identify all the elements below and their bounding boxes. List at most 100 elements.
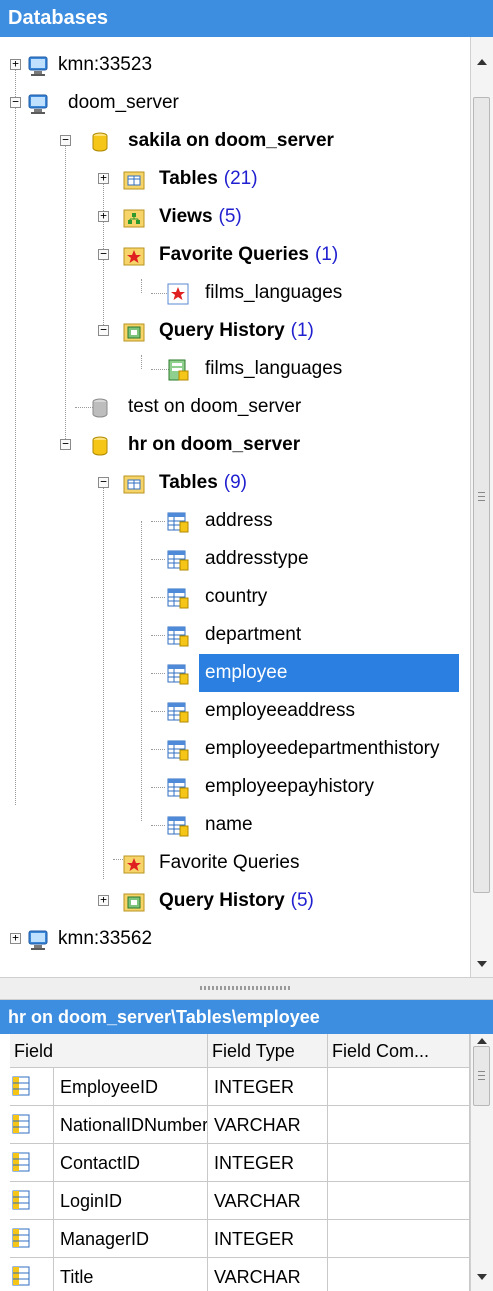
tree-node-favorite-queries-hr[interactable]: Favorite Queries bbox=[10, 844, 483, 882]
tables-folder-icon bbox=[123, 171, 145, 190]
tree-node-database-hr[interactable]: − hr on doom_server bbox=[10, 426, 483, 464]
tree-node-server-kmn-33562[interactable]: + kmn:33562 bbox=[10, 920, 483, 958]
tree-node-table-addresstype[interactable]: addresstype bbox=[10, 540, 483, 578]
field-icon bbox=[12, 1228, 30, 1248]
collapse-minus-icon[interactable]: − bbox=[98, 248, 109, 260]
favorite-query-icon bbox=[167, 283, 189, 305]
query-history-folder-icon bbox=[123, 323, 145, 342]
tree-node-table-name[interactable]: name bbox=[10, 806, 483, 844]
column-header-field-type[interactable]: Field Type bbox=[208, 1034, 328, 1068]
column-header-field[interactable]: Field bbox=[10, 1034, 208, 1068]
field-name-cell[interactable]: ContactID bbox=[54, 1144, 208, 1182]
table-row[interactable]: Title VARCHAR bbox=[10, 1258, 470, 1291]
item-count: (1) bbox=[290, 320, 314, 341]
table-row[interactable]: ManagerID INTEGER bbox=[10, 1220, 470, 1258]
field-name-cell[interactable]: Title bbox=[54, 1258, 208, 1291]
tree-node-server-doom-server[interactable]: − doom_server bbox=[10, 84, 483, 122]
table-row[interactable]: LoginID VARCHAR bbox=[10, 1182, 470, 1220]
field-comment-cell[interactable] bbox=[328, 1144, 470, 1182]
scroll-down-arrow-icon[interactable] bbox=[477, 961, 487, 967]
row-indicator bbox=[10, 1182, 54, 1220]
tree-node-table-employeeaddress[interactable]: employeeaddress bbox=[10, 692, 483, 730]
field-type-cell[interactable]: INTEGER bbox=[208, 1220, 328, 1258]
tree-node-table-employeepayhistory[interactable]: employeepayhistory bbox=[10, 768, 483, 806]
tree-node-label: department bbox=[205, 624, 302, 645]
grip-line bbox=[478, 1079, 485, 1080]
tree-node-table-employeedepartmenthistory[interactable]: employeedepartmenthistory bbox=[10, 730, 483, 768]
tree-vertical-scrollbar[interactable] bbox=[470, 37, 493, 977]
table-icon bbox=[167, 778, 189, 799]
collapse-minus-icon[interactable]: − bbox=[98, 476, 109, 488]
tree-node-label: name bbox=[205, 814, 253, 835]
field-icon bbox=[12, 1266, 30, 1286]
collapse-minus-icon[interactable]: − bbox=[60, 134, 71, 146]
field-type-cell[interactable]: VARCHAR bbox=[208, 1258, 328, 1291]
expand-plus-icon[interactable]: + bbox=[10, 932, 21, 944]
tree-node-label: test on doom_server bbox=[128, 396, 302, 417]
tree-line bbox=[151, 825, 165, 826]
field-comment-cell[interactable] bbox=[328, 1182, 470, 1220]
scroll-down-arrow-icon[interactable] bbox=[477, 1274, 487, 1280]
table-icon bbox=[167, 550, 189, 571]
tree-node-favorite-query-films-languages[interactable]: films_languages bbox=[10, 274, 483, 312]
field-comment-cell[interactable] bbox=[328, 1220, 470, 1258]
expand-plus-icon[interactable]: + bbox=[10, 58, 21, 70]
tree-node-label: employeepayhistory bbox=[205, 776, 374, 797]
item-count: (5) bbox=[290, 890, 314, 911]
tree-node-label: kmn:33523 bbox=[58, 54, 153, 75]
collapse-minus-icon[interactable]: − bbox=[98, 324, 109, 336]
tree-node-label: doom_server bbox=[68, 92, 179, 113]
field-name-cell[interactable]: ManagerID bbox=[54, 1220, 208, 1258]
query-history-folder-icon bbox=[123, 893, 145, 912]
tree-node-server-kmn-33523[interactable]: + kmn:33523 bbox=[10, 46, 483, 84]
field-type-cell[interactable]: VARCHAR bbox=[208, 1182, 328, 1220]
column-header-field-comment[interactable]: Field Com... bbox=[328, 1034, 470, 1068]
tree-node-database-test[interactable]: test on doom_server bbox=[10, 388, 483, 426]
tree-node-query-history-sakila[interactable]: − Query History (1) bbox=[10, 312, 483, 350]
field-name-cell[interactable]: NationalIDNumber bbox=[54, 1106, 208, 1144]
history-query-icon bbox=[168, 359, 189, 381]
item-count: (1) bbox=[314, 244, 339, 265]
field-type-cell[interactable]: INTEGER bbox=[208, 1144, 328, 1182]
fields-grid[interactable]: Field Field Type Field Com... EmployeeID… bbox=[10, 1034, 470, 1291]
table-row[interactable]: ContactID INTEGER bbox=[10, 1144, 470, 1182]
database-explorer-tree[interactable]: + kmn:33523 − doom_server − sakila on do… bbox=[10, 37, 484, 977]
tree-node-database-sakila[interactable]: − sakila on doom_server bbox=[10, 122, 483, 160]
tree-node-table-address[interactable]: address bbox=[10, 502, 483, 540]
field-comment-cell[interactable] bbox=[328, 1258, 470, 1291]
tree-node-views-sakila[interactable]: + Views (5) bbox=[10, 198, 483, 236]
scrollbar-thumb[interactable] bbox=[473, 1046, 490, 1106]
table-row[interactable]: NationalIDNumber VARCHAR bbox=[10, 1106, 470, 1144]
tree-node-table-employee-selected[interactable]: employee bbox=[10, 654, 483, 692]
scroll-up-arrow-icon[interactable] bbox=[477, 1038, 487, 1044]
expand-plus-icon[interactable]: + bbox=[98, 894, 109, 906]
expand-plus-icon[interactable]: + bbox=[98, 210, 109, 222]
tree-node-tables-sakila[interactable]: + Tables (21) bbox=[10, 160, 483, 198]
tree-node-query-history-hr[interactable]: + Query History (5) bbox=[10, 882, 483, 920]
tree-node-tables-hr[interactable]: − Tables (9) bbox=[10, 464, 483, 502]
tree-node-table-department[interactable]: department bbox=[10, 616, 483, 654]
panel-splitter[interactable] bbox=[0, 977, 493, 1000]
field-type-cell[interactable]: INTEGER bbox=[208, 1068, 328, 1106]
scrollbar-thumb[interactable] bbox=[473, 97, 490, 893]
collapse-minus-icon[interactable]: − bbox=[10, 96, 21, 108]
table-row[interactable]: EmployeeID INTEGER bbox=[10, 1068, 470, 1106]
tree-node-favorite-queries-sakila[interactable]: − Favorite Queries (1) bbox=[10, 236, 483, 274]
tree-node-label: Favorite Queries bbox=[159, 852, 300, 873]
field-name-cell[interactable]: EmployeeID bbox=[54, 1068, 208, 1106]
tree-node-label: addresstype bbox=[205, 548, 309, 569]
tree-node-table-country[interactable]: country bbox=[10, 578, 483, 616]
field-name-cell[interactable]: LoginID bbox=[54, 1182, 208, 1220]
collapse-minus-icon[interactable]: − bbox=[60, 438, 71, 450]
table-icon bbox=[167, 664, 189, 685]
field-type-cell[interactable]: VARCHAR bbox=[208, 1106, 328, 1144]
tree-node-label: country bbox=[205, 586, 268, 607]
tree-line bbox=[151, 521, 165, 522]
grid-vertical-scrollbar[interactable] bbox=[470, 1034, 493, 1291]
tree-node-history-query-films-languages[interactable]: films_languages bbox=[10, 350, 483, 388]
field-comment-cell[interactable] bbox=[328, 1068, 470, 1106]
database-icon bbox=[92, 132, 108, 152]
scroll-up-arrow-icon[interactable] bbox=[477, 59, 487, 65]
expand-plus-icon[interactable]: + bbox=[98, 172, 109, 184]
field-comment-cell[interactable] bbox=[328, 1106, 470, 1144]
